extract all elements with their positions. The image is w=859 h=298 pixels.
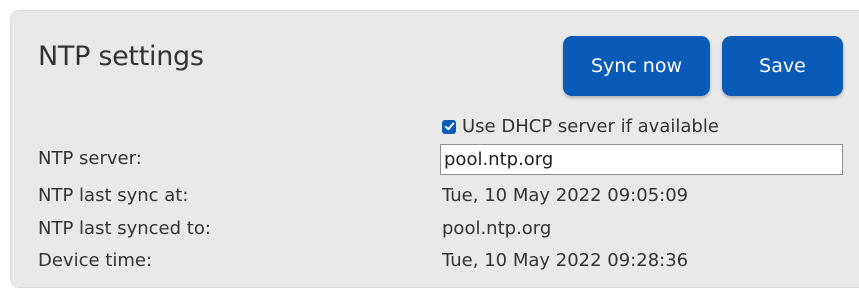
save-label: Save (759, 55, 806, 77)
panel-title: NTP settings (38, 41, 204, 72)
last-sync-value: Tue, 10 May 2022 09:05:09 (442, 185, 689, 206)
device-time-value: Tue, 10 May 2022 09:28:36 (442, 250, 689, 271)
sync-now-label: Sync now (590, 55, 683, 77)
ntp-settings-panel: NTP settings Sync now Save Use DHCP serv… (10, 10, 859, 288)
ntp-server-input[interactable] (440, 144, 843, 175)
device-time-label: Device time: (38, 250, 153, 271)
ntp-server-label: NTP server: (38, 148, 142, 169)
sync-now-button[interactable]: Sync now (563, 36, 710, 96)
last-synced-to-value: pool.ntp.org (442, 218, 552, 239)
dhcp-option[interactable]: Use DHCP server if available (442, 116, 719, 137)
dhcp-label: Use DHCP server if available (462, 116, 719, 137)
dhcp-checkbox[interactable] (442, 119, 456, 134)
checkmark-icon (444, 122, 454, 131)
last-synced-to-label: NTP last synced to: (38, 218, 211, 239)
save-button[interactable]: Save (722, 36, 843, 96)
last-sync-label: NTP last sync at: (38, 185, 189, 206)
